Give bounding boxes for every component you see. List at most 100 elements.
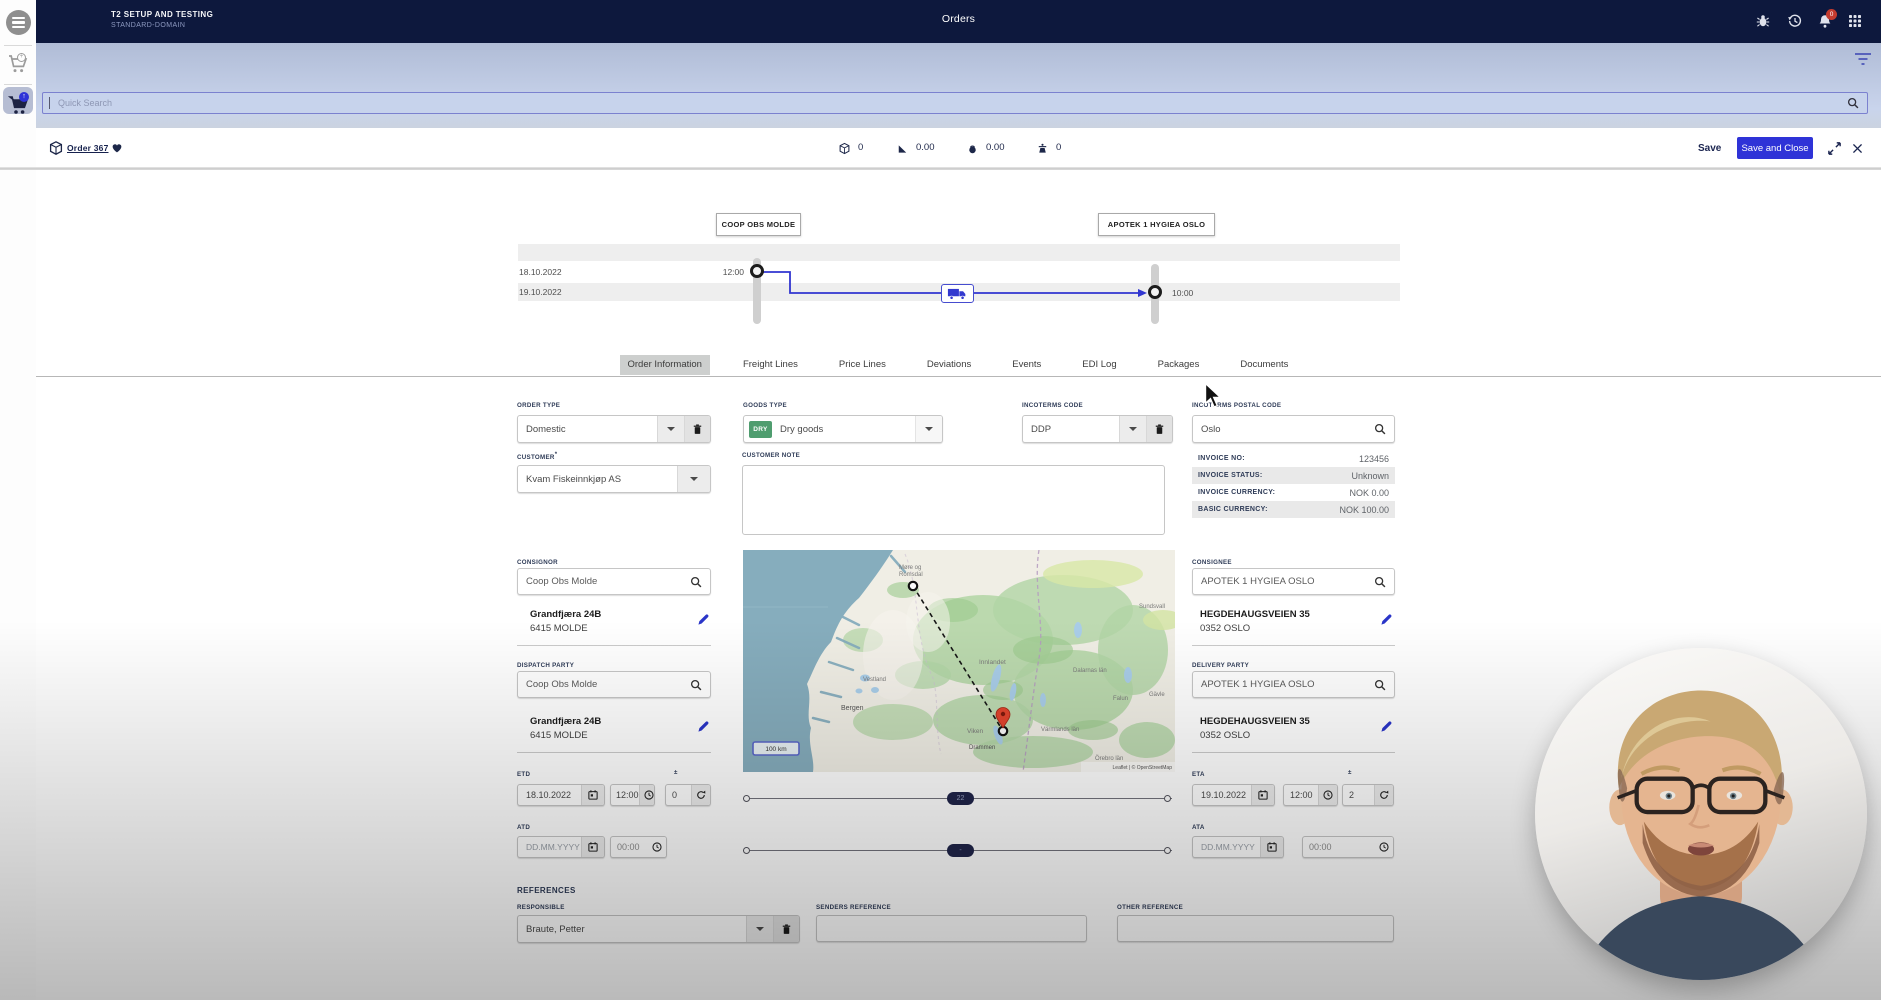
responsible-label: RESPONSIBLE [517,904,565,911]
save-button[interactable]: Save [1698,143,1721,154]
slider-end-dot[interactable] [1164,847,1171,854]
delivery-party-input[interactable]: APOTEK 1 HYGIEA OSLO [1192,671,1395,698]
tab-price-lines[interactable]: Price Lines [831,355,894,375]
slider-start-dot[interactable] [743,795,750,802]
tab-edi-log[interactable]: EDI Log [1074,355,1124,375]
incoterms-postal-value: Oslo [1193,424,1373,435]
slider-end-dot[interactable] [1164,795,1171,802]
tab-deviations[interactable]: Deviations [919,355,979,375]
ata-time-input[interactable]: 00:00 [1302,836,1394,858]
timeline-transport-node[interactable] [941,284,974,303]
order-type-select[interactable]: Domestic [517,415,711,443]
customer-note-textarea[interactable] [742,465,1165,535]
customer-caret[interactable] [677,466,710,492]
eta-tolerance-reset[interactable] [1374,785,1393,805]
order-type-value: Domestic [518,424,657,435]
save-and-close-button[interactable]: Save and Close [1737,137,1813,159]
goods-type-caret[interactable] [915,416,942,442]
consignee-input[interactable]: APOTEK 1 HYGIEA OSLO [1192,568,1395,595]
tab-packages[interactable]: Packages [1150,355,1208,375]
trash-icon [691,423,704,436]
trash-icon [1153,423,1166,436]
order-type-clear-button[interactable] [684,416,710,442]
eta-time-input[interactable]: 12:00 [1283,784,1338,806]
route-map[interactable]: Bergen Vestland Møre og Romsdal Innlande… [743,550,1175,772]
tab-order-information[interactable]: Order Information [620,355,710,375]
expand-icon[interactable] [1827,141,1842,156]
edit-pencil-icon[interactable] [696,719,711,734]
dispatch-party-input[interactable]: Coop Obs Molde [517,671,711,698]
order-type-caret[interactable] [657,416,684,442]
tab-freight-lines[interactable]: Freight Lines [735,355,806,375]
responsible-select[interactable]: Braute, Petter [517,915,800,943]
tab-documents[interactable]: Documents [1232,355,1296,375]
atd-time-input[interactable]: 00:00 [610,836,667,858]
consignor-input[interactable]: Coop Obs Molde [517,568,711,595]
timeline-origin-marker[interactable] [750,264,764,278]
consignee-address-line2: 0352 OSLO [1200,623,1250,634]
etd-label: ETD [517,771,530,778]
etd-clock-button[interactable] [639,785,655,805]
etd-calendar-button[interactable] [581,785,604,805]
search-icon[interactable] [1846,96,1860,110]
map-label-drammen: Drammen [969,745,995,751]
senders-reference-label: SENDERS REFERENCE [816,904,891,911]
eta-tolerance-input[interactable]: 2 [1342,784,1394,806]
edit-pencil-icon[interactable] [1379,612,1394,627]
incoterms-code-clear-button[interactable] [1146,416,1172,442]
tabs-divider [36,376,1881,377]
ata-date-input[interactable]: DD.MM.YYYY [1192,836,1284,858]
other-reference-input[interactable] [1117,915,1394,942]
atd-calendar-button[interactable] [581,837,604,857]
eta-calendar-button[interactable] [1251,785,1274,805]
search-icon[interactable] [1373,575,1387,589]
map-label-orebro: Örebro län [1095,755,1123,762]
incoterms-code-select[interactable]: DDP [1022,415,1173,443]
responsible-caret[interactable] [746,916,773,942]
close-icon[interactable] [1851,142,1864,155]
atd-clock-button[interactable] [648,837,666,857]
timeline-destination-marker[interactable] [1148,285,1162,299]
ata-calendar-button[interactable] [1260,837,1283,857]
search-icon[interactable] [689,575,703,589]
search-icon[interactable] [1373,678,1387,692]
favorite-heart-icon[interactable] [111,142,123,154]
delivery-party-value: APOTEK 1 HYGIEA OSLO [1193,679,1373,690]
ata-clock-button[interactable] [1375,837,1393,857]
senders-reference-input[interactable] [816,915,1087,942]
quick-search-input[interactable]: Quick Search [42,92,1868,114]
incoterms-postal-input[interactable]: Oslo [1192,415,1395,443]
edit-pencil-icon[interactable] [696,612,711,627]
search-icon[interactable] [1373,422,1387,436]
goods-type-select[interactable]: DRY Dry goods [743,415,943,443]
responsible-clear-button[interactable] [773,916,799,942]
timeline-origin-label: COOP OBS MOLDE [716,213,801,236]
eta-tolerance-label: ± [1348,769,1352,776]
edit-pencil-icon[interactable] [1379,719,1394,734]
consignor-address-line1: Grandfjæra 24B [530,609,601,620]
stat-units-value: 0 [1056,142,1061,153]
etd-date-input[interactable]: 18.10.2022 [517,784,605,806]
tab-events[interactable]: Events [1004,355,1049,375]
hamburger-menu-button[interactable] [6,10,31,35]
eta-tolerance-value: 2 [1343,790,1374,800]
consignor-address-line2: 6415 MOLDE [530,623,588,634]
eta-date-input[interactable]: 19.10.2022 [1192,784,1275,806]
order-link[interactable]: Order 367 [67,143,109,153]
search-icon[interactable] [689,678,703,692]
filter-icon[interactable] [1854,52,1872,66]
map-label-vestland: Vestland [863,677,886,683]
dispatch-party-value: Coop Obs Molde [518,679,689,690]
etd-time-input[interactable]: 12:00 [610,784,655,806]
etd-tolerance-reset[interactable] [691,785,710,805]
atd-date-input[interactable]: DD.MM.YYYY [517,836,605,858]
etd-eta-slider-handle[interactable]: 22 [947,792,974,805]
eta-clock-button[interactable] [1318,785,1337,805]
ata-time-value: 00:00 [1303,842,1375,852]
atd-ata-slider-handle[interactable]: - [947,844,974,857]
customer-select[interactable]: Kvam Fiskeinnkjøp AS [517,465,711,493]
slider-start-dot[interactable] [743,847,750,854]
incoterms-code-caret[interactable] [1119,416,1146,442]
etd-tolerance-input[interactable]: 0 [665,784,711,806]
cart-add-badge: + [17,53,26,62]
